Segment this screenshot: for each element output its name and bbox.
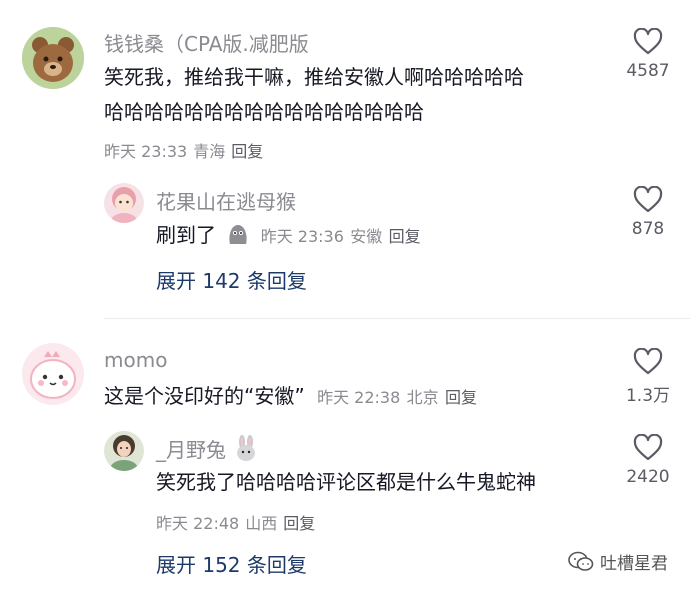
comment-location: 青海 xyxy=(193,142,226,161)
avatar[interactable] xyxy=(104,431,144,471)
gray-blob-emoji-icon xyxy=(229,225,247,244)
rabbit-emoji-icon xyxy=(237,435,256,461)
reply-time: 昨天 23:36 xyxy=(260,227,344,246)
expand-replies-button[interactable]: 展开 142 条回复 xyxy=(156,265,307,294)
reply-location: 安徽 xyxy=(350,227,383,246)
reply-button[interactable]: 回复 xyxy=(283,514,315,533)
girl-avatar-icon xyxy=(104,183,144,223)
heart-icon xyxy=(633,28,663,55)
wechat-icon xyxy=(568,551,594,571)
avatar[interactable] xyxy=(22,343,84,405)
like-button[interactable]: 878 xyxy=(618,186,678,239)
watermark-text: 吐槽星君 xyxy=(600,554,668,574)
watermark: 吐槽星君 xyxy=(568,549,668,574)
reply-location: 山西 xyxy=(245,514,278,533)
reply-button[interactable]: 回复 xyxy=(445,388,477,407)
bear-avatar-icon xyxy=(22,27,84,89)
reply-text: 笑死我了哈哈哈哈评论区都是什么牛鬼蛇神 xyxy=(156,470,536,494)
heart-icon xyxy=(633,186,663,213)
comment-text: 哈哈哈哈哈哈哈哈哈哈哈哈哈哈哈哈 xyxy=(104,100,424,124)
reply-time: 昨天 22:48 xyxy=(156,514,240,533)
like-count: 4587 xyxy=(626,61,670,81)
like-button[interactable]: 4587 xyxy=(618,28,678,81)
avatar[interactable] xyxy=(104,183,144,223)
comment-username[interactable]: 钱钱桑（CPA版.减肥版 xyxy=(104,28,309,57)
comment-text-line: 这是个没印好的“安徽” 昨天 22:38 北京 回复 xyxy=(104,379,477,415)
like-count: 1.3万 xyxy=(625,386,671,406)
like-button[interactable]: 2420 xyxy=(618,434,678,487)
avatar[interactable] xyxy=(22,27,84,89)
pink-dino-avatar-icon xyxy=(22,343,84,405)
reply-button[interactable]: 回复 xyxy=(389,227,421,246)
reply-text: 刷到了 xyxy=(156,223,216,247)
reply-username-row[interactable]: _月野兔 xyxy=(156,434,258,463)
reply-meta: 昨天 22:48 山西 回复 xyxy=(156,510,321,534)
like-count: 878 xyxy=(631,219,665,239)
expand-replies-button[interactable]: 展开 152 条回复 xyxy=(156,549,307,578)
like-count: 2420 xyxy=(626,467,670,487)
comment-meta: 昨天 23:33 青海 回复 xyxy=(104,138,269,162)
reply-username[interactable]: 花果山在逃母猴 xyxy=(156,186,296,215)
comment-divider xyxy=(104,318,690,319)
portrait-avatar-icon xyxy=(104,431,144,471)
like-button[interactable]: 1.3万 xyxy=(618,348,678,406)
comment-time: 昨天 23:33 xyxy=(104,142,188,161)
comment-text: 笑死我，推给我干嘛，推给安徽人啊哈哈哈哈哈 xyxy=(104,65,524,89)
comment-username[interactable]: momo xyxy=(104,348,167,372)
comment-time: 昨天 22:38 xyxy=(317,388,401,407)
comment-text: 这是个没印好的“安徽” xyxy=(104,384,305,408)
reply-button[interactable]: 回复 xyxy=(231,142,263,161)
heart-icon xyxy=(633,348,663,375)
reply-text-line: 刷到了 昨天 23:36 安徽 回复 xyxy=(156,218,421,254)
comment-location: 北京 xyxy=(406,388,439,407)
reply-username[interactable]: _月野兔 xyxy=(156,438,226,462)
heart-icon xyxy=(633,434,663,461)
